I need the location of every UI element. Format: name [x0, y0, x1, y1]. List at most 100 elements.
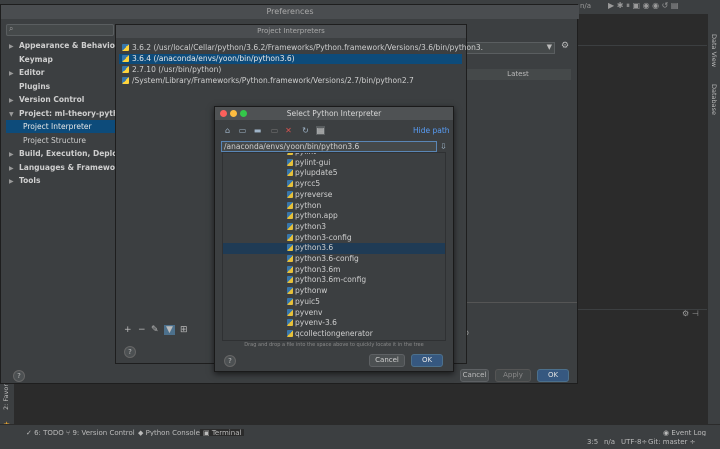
project-interpreters-title: Project Interpreters [116, 25, 466, 38]
tree-item-project-structure[interactable]: Project Structure [23, 134, 86, 147]
file-item[interactable]: python3.6m [287, 265, 340, 276]
file-item[interactable]: pyvenv [287, 308, 322, 319]
file-item[interactable]: pylupdate5 [287, 168, 337, 179]
file-icon [287, 222, 293, 230]
add-icon[interactable]: + [124, 325, 132, 335]
minimize-icon[interactable] [230, 110, 237, 117]
edit-icon[interactable]: ✎ [151, 325, 159, 335]
file-selection-highlight [223, 243, 445, 254]
encoding[interactable]: UTF-8÷ [621, 438, 647, 446]
drag-hint: Drag and drop a file into the space abov… [244, 342, 424, 348]
tree-item-project[interactable]: ▼ Project: ml-theory-python [9, 107, 129, 120]
file-item[interactable]: python3 [287, 222, 326, 233]
filter-icon[interactable]: ▼ [164, 325, 175, 335]
tab-database[interactable]: Database [710, 84, 718, 115]
cancel-button[interactable]: Cancel [460, 369, 489, 382]
file-item[interactable]: qcollectiongenerator [287, 329, 373, 340]
tree-item-tools[interactable]: ▶ Tools [9, 174, 40, 187]
new-folder-icon[interactable]: ▭ [270, 126, 279, 135]
tab-favorites[interactable]: 2: Favor [2, 384, 10, 410]
chevron-down-icon: ▼ [546, 43, 552, 51]
python-icon [122, 55, 129, 62]
file-icon [287, 255, 293, 262]
file-icon [287, 158, 293, 166]
tree-item-editor[interactable]: ▶ Editor [9, 66, 45, 79]
tab-data-view[interactable]: Data View [710, 34, 718, 67]
file-icon [287, 319, 293, 327]
home-icon[interactable]: ⌂ [223, 126, 232, 135]
cancel-button[interactable]: Cancel [369, 354, 405, 367]
hide-path-link[interactable]: Hide path [413, 126, 450, 135]
settings-search-input[interactable]: ⌕ [6, 24, 114, 36]
packages-table [465, 80, 571, 300]
file-item[interactable]: python3.6 [287, 243, 333, 254]
file-icon [287, 244, 293, 252]
nav-na: n/a [580, 2, 592, 10]
tree-item-project-interpreter[interactable]: Project Interpreter [23, 120, 92, 133]
file-item[interactable]: pyuic5 [287, 297, 320, 308]
file-item[interactable]: pyrcc5 [287, 179, 320, 190]
delete-icon[interactable]: ✕ [284, 126, 293, 135]
gear-icon[interactable]: ⚙ ⊣ [682, 309, 699, 318]
file-item[interactable]: python3.6m-config [287, 275, 366, 286]
show-hidden-icon[interactable]: ▤ [316, 126, 325, 135]
folder-icon[interactable]: ▬ [253, 126, 262, 135]
path-history-icon[interactable]: ⇩ [440, 142, 448, 151]
select-python-interpreter-dialog: Select Python Interpreter ⌂ ▭ ▬ ▭ ✕ ↻ ▤ … [214, 106, 454, 372]
maximize-icon[interactable] [240, 110, 247, 117]
gear-icon[interactable]: ⚙ [561, 41, 569, 51]
close-icon[interactable] [220, 110, 227, 117]
help-button[interactable]: ? [124, 346, 136, 358]
remove-icon[interactable]: − [138, 325, 146, 335]
right-tool-strip: Data View Database [707, 14, 720, 424]
file-icon [287, 169, 293, 177]
ok-button[interactable]: OK [411, 354, 443, 367]
file-icon [287, 287, 293, 295]
dialog-title: Select Python Interpreter [215, 107, 453, 120]
help-button[interactable]: ? [224, 355, 236, 367]
line-separator[interactable]: n/a [604, 438, 615, 446]
file-icon [287, 233, 293, 241]
tree-item-languages[interactable]: ▶ Languages & Frameworks [9, 161, 128, 174]
file-item[interactable]: python.app [287, 211, 338, 222]
help-button[interactable]: ? [13, 370, 25, 382]
search-icon: ⌕ [9, 24, 14, 33]
file-item[interactable]: pythonw [287, 286, 327, 297]
interpreter-item[interactable]: /System/Library/Frameworks/Python.framew… [122, 76, 414, 86]
file-icon [287, 265, 293, 273]
ok-button[interactable]: OK [537, 369, 569, 382]
file-item[interactable]: python3.6-config [287, 254, 359, 265]
desktop-icon[interactable]: ▭ [238, 126, 247, 135]
cursor-position[interactable]: 3:5 [587, 438, 598, 446]
file-item[interactable]: pyreverse [287, 190, 332, 201]
python-icon [122, 77, 129, 84]
python-icon [122, 44, 129, 51]
tree-item-version-control[interactable]: ▶ Version Control [9, 93, 84, 106]
file-item[interactable]: python3-config [287, 233, 352, 244]
file-icon [287, 212, 293, 220]
interpreter-item[interactable]: 3.6.4 (/anaconda/envs/yoon/bin/python3.6… [122, 54, 295, 64]
interpreter-item[interactable]: 2.7.10 (/usr/bin/python) [122, 65, 221, 75]
tree-item-keymap[interactable]: Keymap [9, 53, 53, 66]
file-tree[interactable]: pylintpylint-guipylupdate5pyrcc5pyrevers… [222, 152, 446, 341]
python-icon [122, 66, 129, 73]
path-input[interactable]: /anaconda/envs/yoon/bin/python3.6 [221, 141, 437, 152]
file-icon [287, 153, 293, 155]
apply-button[interactable]: Apply [495, 369, 531, 382]
editor-area: ⚙ ⊣ [578, 14, 707, 424]
file-icon [287, 297, 293, 305]
tree-icon[interactable]: ⊞ [180, 325, 188, 335]
tree-item-appearance[interactable]: ▶ Appearance & Behavior [9, 39, 119, 52]
file-item[interactable]: pyvenv-3.6 [287, 318, 337, 329]
run-toolbar-icons[interactable]: ▶ ✱ ⏸ ▣ ◉ ◉ ↺ ▤ [608, 1, 678, 11]
file-item[interactable]: pylint-gui [287, 158, 330, 169]
status-info-bar: 3:5 n/a UTF-8÷ Git: master ÷ [0, 436, 720, 449]
divider [465, 302, 577, 303]
refresh-icon[interactable]: ↻ [301, 126, 310, 135]
file-icon [287, 329, 293, 337]
git-branch[interactable]: Git: master ÷ [648, 438, 695, 446]
file-icon [287, 201, 293, 209]
tree-item-plugins[interactable]: Plugins [9, 80, 50, 93]
interpreter-item[interactable]: 3.6.2 (/usr/local/Cellar/python/3.6.2/Fr… [122, 43, 483, 53]
file-item[interactable]: python [287, 201, 321, 212]
